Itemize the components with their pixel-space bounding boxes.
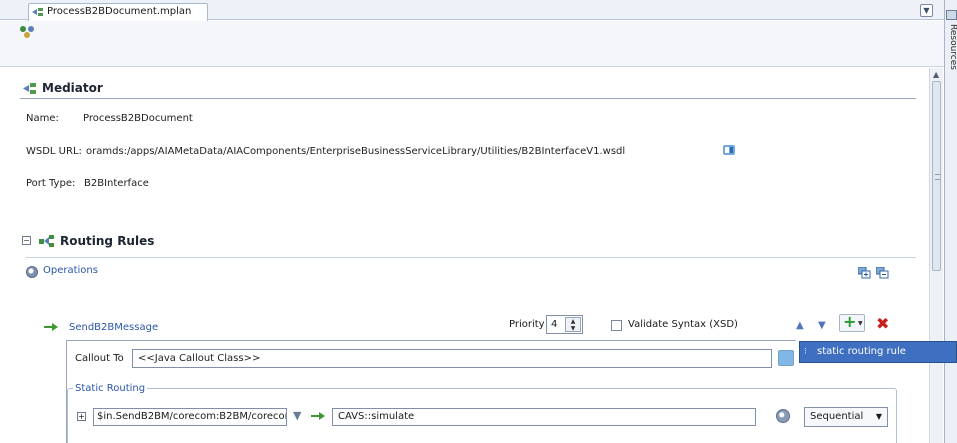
- editor-tab-bar: ProcessB2BDocument.mplan ▼: [0, 0, 944, 21]
- scrollbar-thumb[interactable]: [932, 81, 941, 271]
- move-up-icon[interactable]: ▲: [796, 320, 804, 331]
- static-routing-rule-icon: ⁝: [804, 347, 807, 357]
- delete-icon[interactable]: ✖: [876, 314, 889, 333]
- add-icon: +: [843, 312, 857, 331]
- callout-to-label: Callout To: [75, 353, 124, 364]
- editor-tab-label: ProcessB2BDocument.mplan: [47, 6, 192, 17]
- scroll-up-icon[interactable]: ▲: [933, 70, 939, 79]
- composite-icon[interactable]: [19, 25, 35, 39]
- static-routing-rule-menu-item[interactable]: static routing rule: [817, 346, 906, 357]
- resources-icon: [946, 10, 957, 20]
- validate-syntax-checkbox[interactable]: [611, 320, 622, 331]
- static-routing-expand-toggle[interactable]: +: [77, 412, 86, 421]
- execution-type-select[interactable]: Sequential ▼: [804, 407, 888, 427]
- mediator-icon: [32, 8, 43, 16]
- settings-gear-icon[interactable]: [776, 409, 790, 423]
- callout-browse-icon[interactable]: [778, 350, 794, 366]
- routing-rule-container: SendB2BMessage Priority 4 ▲ ▼ Validate Sy…: [0, 68, 929, 443]
- execution-type-value: Sequential: [810, 411, 864, 422]
- routing-rule-name-link[interactable]: SendB2BMessage: [69, 322, 158, 333]
- filter-icon[interactable]: ▼: [293, 409, 301, 422]
- static-routing-label: Static Routing: [73, 383, 148, 394]
- filter-expression-field[interactable]: $in.SendB2BM/corecom:B2BM/corecom:B2BM: [93, 408, 287, 426]
- route-arrow-icon: [311, 412, 325, 420]
- priority-label: Priority: [509, 319, 545, 330]
- tab-list-dropdown-button[interactable]: ▼: [920, 4, 933, 17]
- editor-tab-processb2bdocument[interactable]: ProcessB2BDocument.mplan: [28, 3, 208, 21]
- priority-spin-buttons[interactable]: ▲ ▼: [565, 317, 581, 332]
- priority-spinner[interactable]: 4 ▲ ▼: [546, 315, 583, 334]
- scrollbar-grip: [935, 174, 940, 180]
- callout-to-field[interactable]: [132, 349, 772, 368]
- validate-syntax-label: Validate Syntax (XSD): [628, 319, 738, 330]
- chevron-down-icon: ▼: [875, 412, 882, 421]
- resources-tab-label: Resources: [948, 24, 957, 70]
- resources-side-panel[interactable]: Resources: [944, 0, 957, 443]
- add-rule-popup-menu: ⁝ static routing rule: [799, 341, 957, 363]
- route-arrow-icon: [44, 323, 58, 331]
- chevron-down-icon: ▼: [858, 320, 863, 327]
- editor-toolbar: [0, 21, 944, 67]
- vertical-scrollbar[interactable]: ▲: [929, 68, 943, 443]
- move-down-icon[interactable]: ▼: [818, 320, 826, 331]
- priority-value[interactable]: 4: [551, 319, 557, 330]
- add-routing-rule-button[interactable]: + ▼: [839, 312, 865, 332]
- target-service-field[interactable]: CAVS::simulate: [332, 408, 756, 426]
